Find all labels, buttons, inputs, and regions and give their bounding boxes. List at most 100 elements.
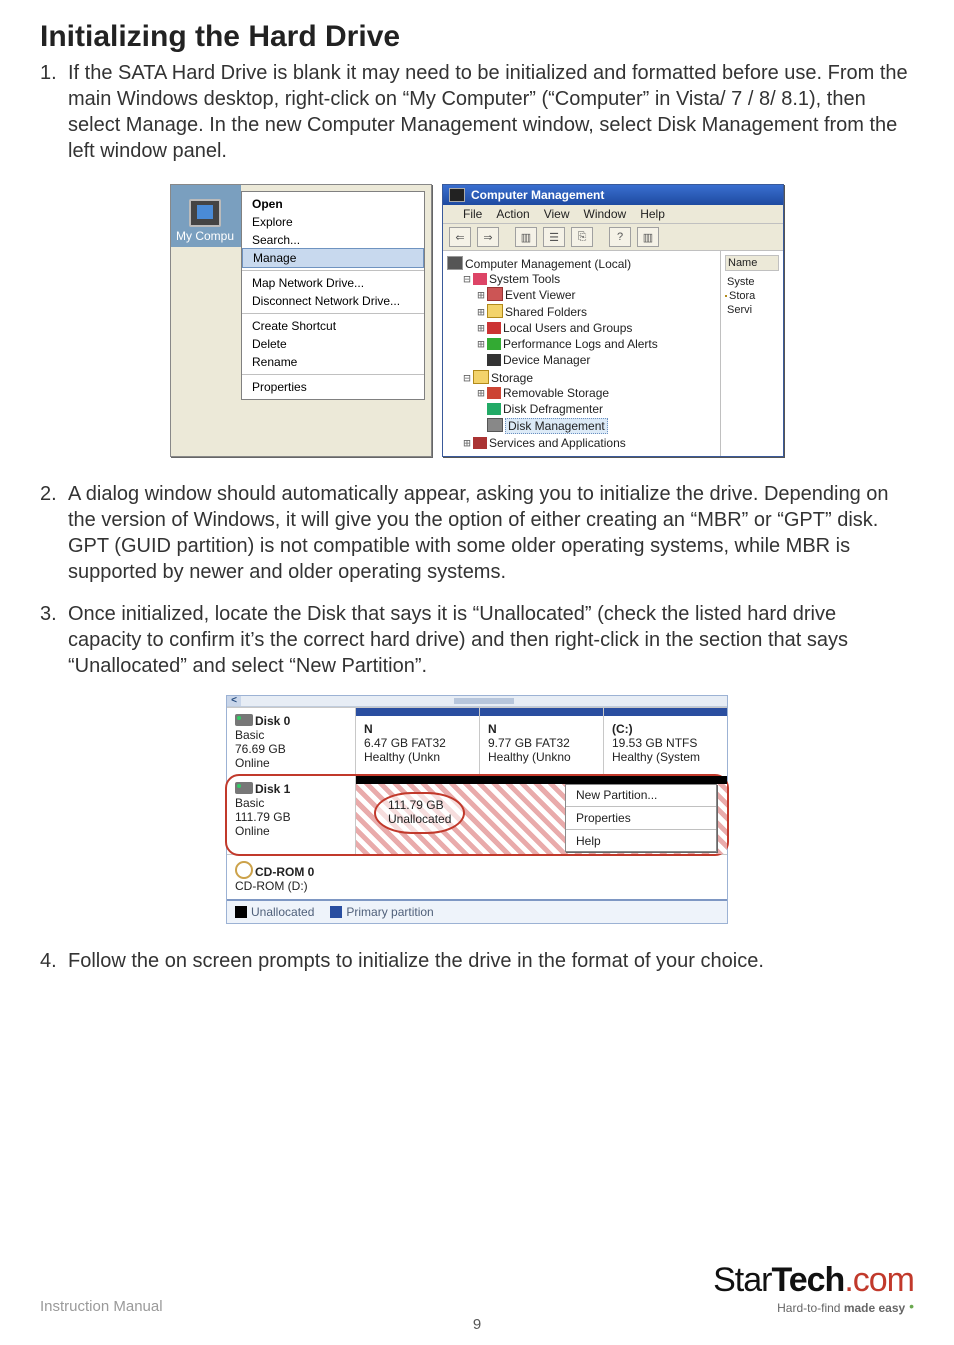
disk-row-0: Disk 0 Basic 76.69 GB Online N 6.47 GB F… xyxy=(227,707,727,776)
brand-part3: .com xyxy=(844,1261,914,1299)
tree-root[interactable]: Computer Management (Local) ⊟System Tool… xyxy=(447,255,718,452)
window-titlebar[interactable]: Computer Management xyxy=(443,185,783,205)
brand-dot-icon: • xyxy=(905,1298,914,1314)
scroll-left-icon[interactable]: < xyxy=(227,696,241,706)
brand-part2: Tech xyxy=(771,1261,844,1299)
menu-help[interactable]: Help xyxy=(640,207,665,221)
disk1-status: Online xyxy=(235,824,347,838)
tree-storage[interactable]: ⊟Storage ⊞Removable Storage Disk Defragm… xyxy=(461,369,718,435)
menu-manage[interactable]: Manage xyxy=(242,248,424,268)
partition-label: N xyxy=(364,722,471,736)
disk0-title: Disk 0 xyxy=(255,714,290,728)
swatch-unallocated xyxy=(235,906,247,918)
menu-new-partition[interactable]: New Partition... xyxy=(566,785,716,805)
storage-icon xyxy=(473,370,489,384)
partition-bar xyxy=(356,776,727,784)
tree-disk-management[interactable]: Disk Management xyxy=(475,417,718,434)
tree-removable-storage[interactable]: ⊞Removable Storage xyxy=(475,385,718,401)
disk-icon xyxy=(235,714,253,726)
menu-explore[interactable]: Explore xyxy=(242,213,424,231)
menu-help[interactable]: Help xyxy=(566,831,716,851)
legend-unallocated: Unallocated xyxy=(235,905,314,919)
menu-rename[interactable]: Rename xyxy=(242,353,424,371)
performance-icon xyxy=(487,338,501,350)
disk1-size: 111.79 GB xyxy=(235,810,347,824)
partition-size: 9.77 GB FAT32 xyxy=(488,736,595,750)
toolbar-btn-4[interactable]: ▥ xyxy=(637,227,659,247)
disk-icon xyxy=(235,782,253,794)
tree-label: Shared Folders xyxy=(505,305,587,319)
toolbar-btn-3[interactable]: ⎘ xyxy=(571,227,593,247)
tree-disk-defragmenter[interactable]: Disk Defragmenter xyxy=(475,401,718,417)
right-pane: Name Syste Stora Servi xyxy=(721,251,783,456)
tree-label: Device Manager xyxy=(503,353,590,367)
partition-bar xyxy=(356,708,479,716)
cdrom-sub: CD-ROM (D:) xyxy=(235,879,347,893)
menu-file[interactable]: File xyxy=(463,207,482,221)
footer-manual-label: Instruction Manual xyxy=(40,1298,163,1315)
menu-disconnect-drive[interactable]: Disconnect Network Drive... xyxy=(242,292,424,310)
column-header-name[interactable]: Name xyxy=(725,255,779,271)
list-item[interactable]: Servi xyxy=(725,303,779,317)
tree-services[interactable]: ⊞Services and Applications xyxy=(461,435,718,451)
disk-management-panel: < Disk 0 Basic 76.69 GB Online N 6.47 GB… xyxy=(226,695,728,924)
menu-window[interactable]: Window xyxy=(584,207,627,221)
step-1-text: If the SATA Hard Drive is blank it may n… xyxy=(68,62,908,162)
disk1-title: Disk 1 xyxy=(255,782,290,796)
unallocated-label: Unallocated xyxy=(388,812,451,826)
device-manager-icon xyxy=(487,354,501,366)
scroll-grip[interactable] xyxy=(454,698,514,704)
menu-action[interactable]: Action xyxy=(496,207,529,221)
tools-icon xyxy=(473,273,487,285)
list-item[interactable]: Syste xyxy=(725,275,779,289)
disk1-type: Basic xyxy=(235,796,347,810)
disk0-partition-2[interactable]: N 9.77 GB FAT32 Healthy (Unkno xyxy=(479,708,603,776)
page-title: Initializing the Hard Drive xyxy=(40,20,914,54)
legend-label: Unallocated xyxy=(251,905,314,919)
cdrom-header[interactable]: CD-ROM 0 CD-ROM (D:) xyxy=(227,855,355,899)
forward-button[interactable]: ⇒ xyxy=(477,227,499,247)
unallocated-size: 111.79 GB xyxy=(388,798,451,812)
disk0-partition-1[interactable]: N 6.47 GB FAT32 Healthy (Unkn xyxy=(356,708,479,776)
cdrom-icon xyxy=(235,861,253,879)
disk0-header[interactable]: Disk 0 Basic 76.69 GB Online xyxy=(227,708,356,776)
partition-label: (C:) xyxy=(612,722,719,736)
disk1-header[interactable]: Disk 1 Basic 111.79 GB Online xyxy=(227,776,356,854)
mycomputer-context-panel: My Compu Open Explore Search... Manage M… xyxy=(170,184,432,457)
computer-management-window: Computer Management File Action View Win… xyxy=(442,184,784,457)
menu-open[interactable]: Open xyxy=(242,195,424,213)
tree-label: System Tools xyxy=(489,272,560,286)
menu-properties[interactable]: Properties xyxy=(242,378,424,396)
tree-shared-folders[interactable]: ⊞Shared Folders xyxy=(475,303,718,320)
menu-view[interactable]: View xyxy=(544,207,570,221)
horizontal-scrollbar[interactable]: < xyxy=(227,696,727,707)
menu-properties[interactable]: Properties xyxy=(566,808,716,828)
legend-primary: Primary partition xyxy=(330,905,433,919)
tree-system-tools[interactable]: ⊟System Tools ⊞Event Viewer ⊞Shared Fold… xyxy=(461,271,718,369)
menu-create-shortcut[interactable]: Create Shortcut xyxy=(242,317,424,335)
tree-perf-logs[interactable]: ⊞Performance Logs and Alerts xyxy=(475,336,718,352)
unallocated-callout: 111.79 GB Unallocated xyxy=(374,792,465,834)
toolbar-help-button[interactable]: ? xyxy=(609,227,631,247)
list-item[interactable]: Stora xyxy=(725,289,779,303)
tree-event-viewer[interactable]: ⊞Event Viewer xyxy=(475,286,718,303)
back-button[interactable]: ⇐ xyxy=(449,227,471,247)
brand-logo: StarTech.com Hard-to-find made easy • xyxy=(713,1261,914,1315)
tree-pane[interactable]: Computer Management (Local) ⊟System Tool… xyxy=(443,251,721,456)
mycomputer-icon[interactable]: My Compu xyxy=(171,185,241,247)
tree-label: Services and Applications xyxy=(489,436,626,450)
menu-delete[interactable]: Delete xyxy=(242,335,424,353)
toolbar-btn-1[interactable]: ▥ xyxy=(515,227,537,247)
toolbar-btn-2[interactable]: ☰ xyxy=(543,227,565,247)
swatch-primary xyxy=(330,906,342,918)
menu-map-drive[interactable]: Map Network Drive... xyxy=(242,274,424,292)
mycomputer-label: My Compu xyxy=(176,229,234,243)
tree-device-manager[interactable]: Device Manager xyxy=(475,352,718,368)
menubar: File Action View Window Help xyxy=(443,205,783,224)
menu-search[interactable]: Search... xyxy=(242,231,424,249)
tree-root-label: Computer Management (Local) xyxy=(465,257,631,271)
computer-icon xyxy=(189,199,221,227)
disk1-unallocated[interactable]: 111.79 GB Unallocated New Partition... P… xyxy=(356,776,727,854)
disk0-partition-c[interactable]: (C:) 19.53 GB NTFS Healthy (System xyxy=(603,708,727,776)
tree-local-users[interactable]: ⊞Local Users and Groups xyxy=(475,320,718,336)
